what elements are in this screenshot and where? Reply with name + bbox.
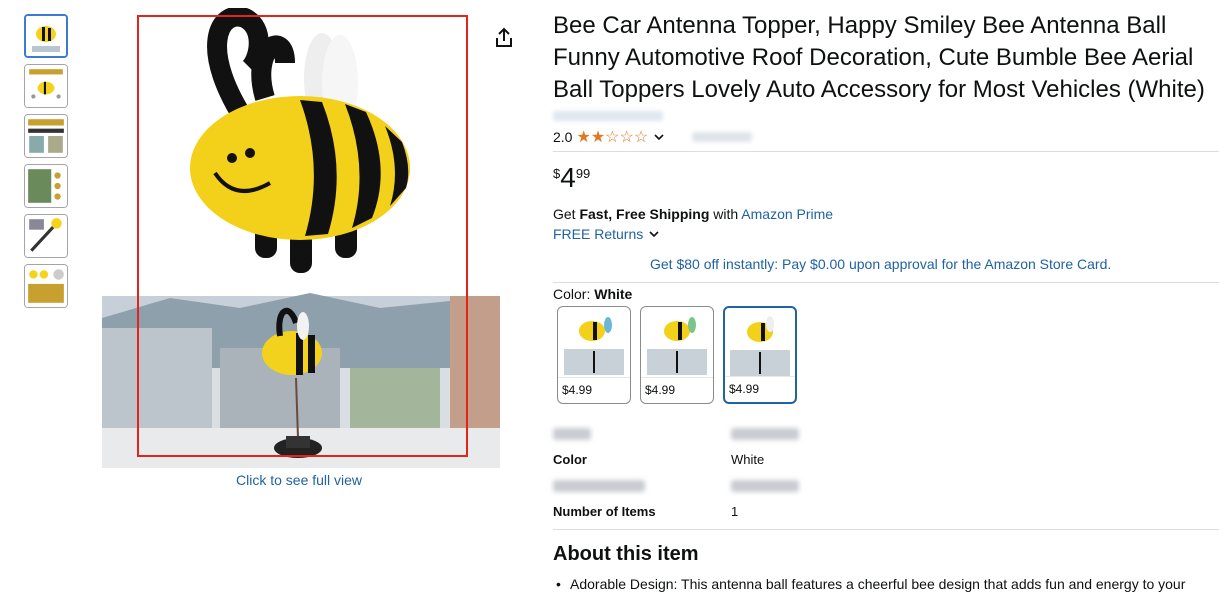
product-info: Bee Car Antenna Topper, Happy Smiley Bee…	[553, 10, 1221, 106]
shipping-info: Get Fast, Free Shipping with Amazon Prim…	[553, 206, 833, 222]
thumbnail-1[interactable]	[24, 14, 68, 58]
spec-items-key: Number of Items	[553, 504, 656, 519]
prime-link[interactable]: Amazon Prime	[741, 206, 833, 222]
spec-key-blurred	[553, 480, 645, 492]
share-icon[interactable]	[492, 26, 516, 50]
spec-color-key: Color	[553, 452, 587, 467]
swatch-price: $4.99	[558, 377, 630, 403]
store-card-promo[interactable]: Get $80 off instantly: Pay $0.00 upon ap…	[650, 256, 1111, 272]
chevron-down-icon[interactable]	[652, 130, 666, 144]
spec-color-value: White	[731, 452, 765, 467]
shipping-get: Get	[553, 206, 580, 222]
rating-value: 2.0	[553, 129, 573, 145]
divider	[553, 529, 1219, 530]
thumbnail-6[interactable]	[24, 264, 68, 308]
swatch-2[interactable]: $4.99	[640, 306, 714, 404]
shipping-fast-free: Fast, Free Shipping	[579, 206, 710, 222]
spec-value-blurred	[731, 428, 799, 440]
color-selected: White	[594, 286, 633, 302]
swatch-3[interactable]: $4.99	[723, 306, 797, 404]
price: $499	[553, 162, 590, 194]
color-label-prefix: Color:	[553, 286, 595, 302]
swatch-price: $4.99	[725, 376, 795, 402]
swatch-1[interactable]: $4.99	[557, 306, 631, 404]
rating-stars[interactable]: ★★☆☆☆	[576, 127, 648, 147]
spec-items-value: 1	[731, 504, 739, 519]
image-highlight-box	[137, 15, 468, 457]
thumbnail-4[interactable]	[24, 164, 68, 208]
free-returns-label: FREE Returns	[553, 226, 644, 242]
ratings-count-blurred[interactable]	[692, 132, 753, 142]
price-fraction: 99	[575, 166, 591, 181]
swatch-price: $4.99	[641, 377, 713, 403]
about-bullet: Adorable Design: This antenna ball featu…	[556, 574, 1210, 594]
divider	[553, 282, 1219, 283]
divider	[553, 151, 1219, 152]
free-returns[interactable]: FREE Returns	[553, 226, 661, 242]
price-symbol: $	[553, 166, 561, 181]
chevron-down-icon	[647, 227, 661, 241]
thumbnail-2[interactable]	[24, 64, 68, 108]
store-link-blurred[interactable]	[553, 111, 663, 121]
shipping-with: with	[709, 206, 742, 222]
spec-key-blurred	[553, 428, 591, 440]
rating-row: 2.0 ★★☆☆☆	[553, 127, 753, 147]
spec-value-blurred	[731, 480, 799, 492]
about-heading: About this item	[553, 543, 699, 565]
full-view-link[interactable]: Click to see full view	[236, 472, 362, 488]
thumbnail-5[interactable]	[24, 214, 68, 258]
thumbnail-3[interactable]	[24, 114, 68, 158]
product-title: Bee Car Antenna Topper, Happy Smiley Bee…	[553, 12, 1205, 103]
color-label: Color: White	[553, 286, 632, 302]
price-whole: 4	[560, 162, 576, 193]
